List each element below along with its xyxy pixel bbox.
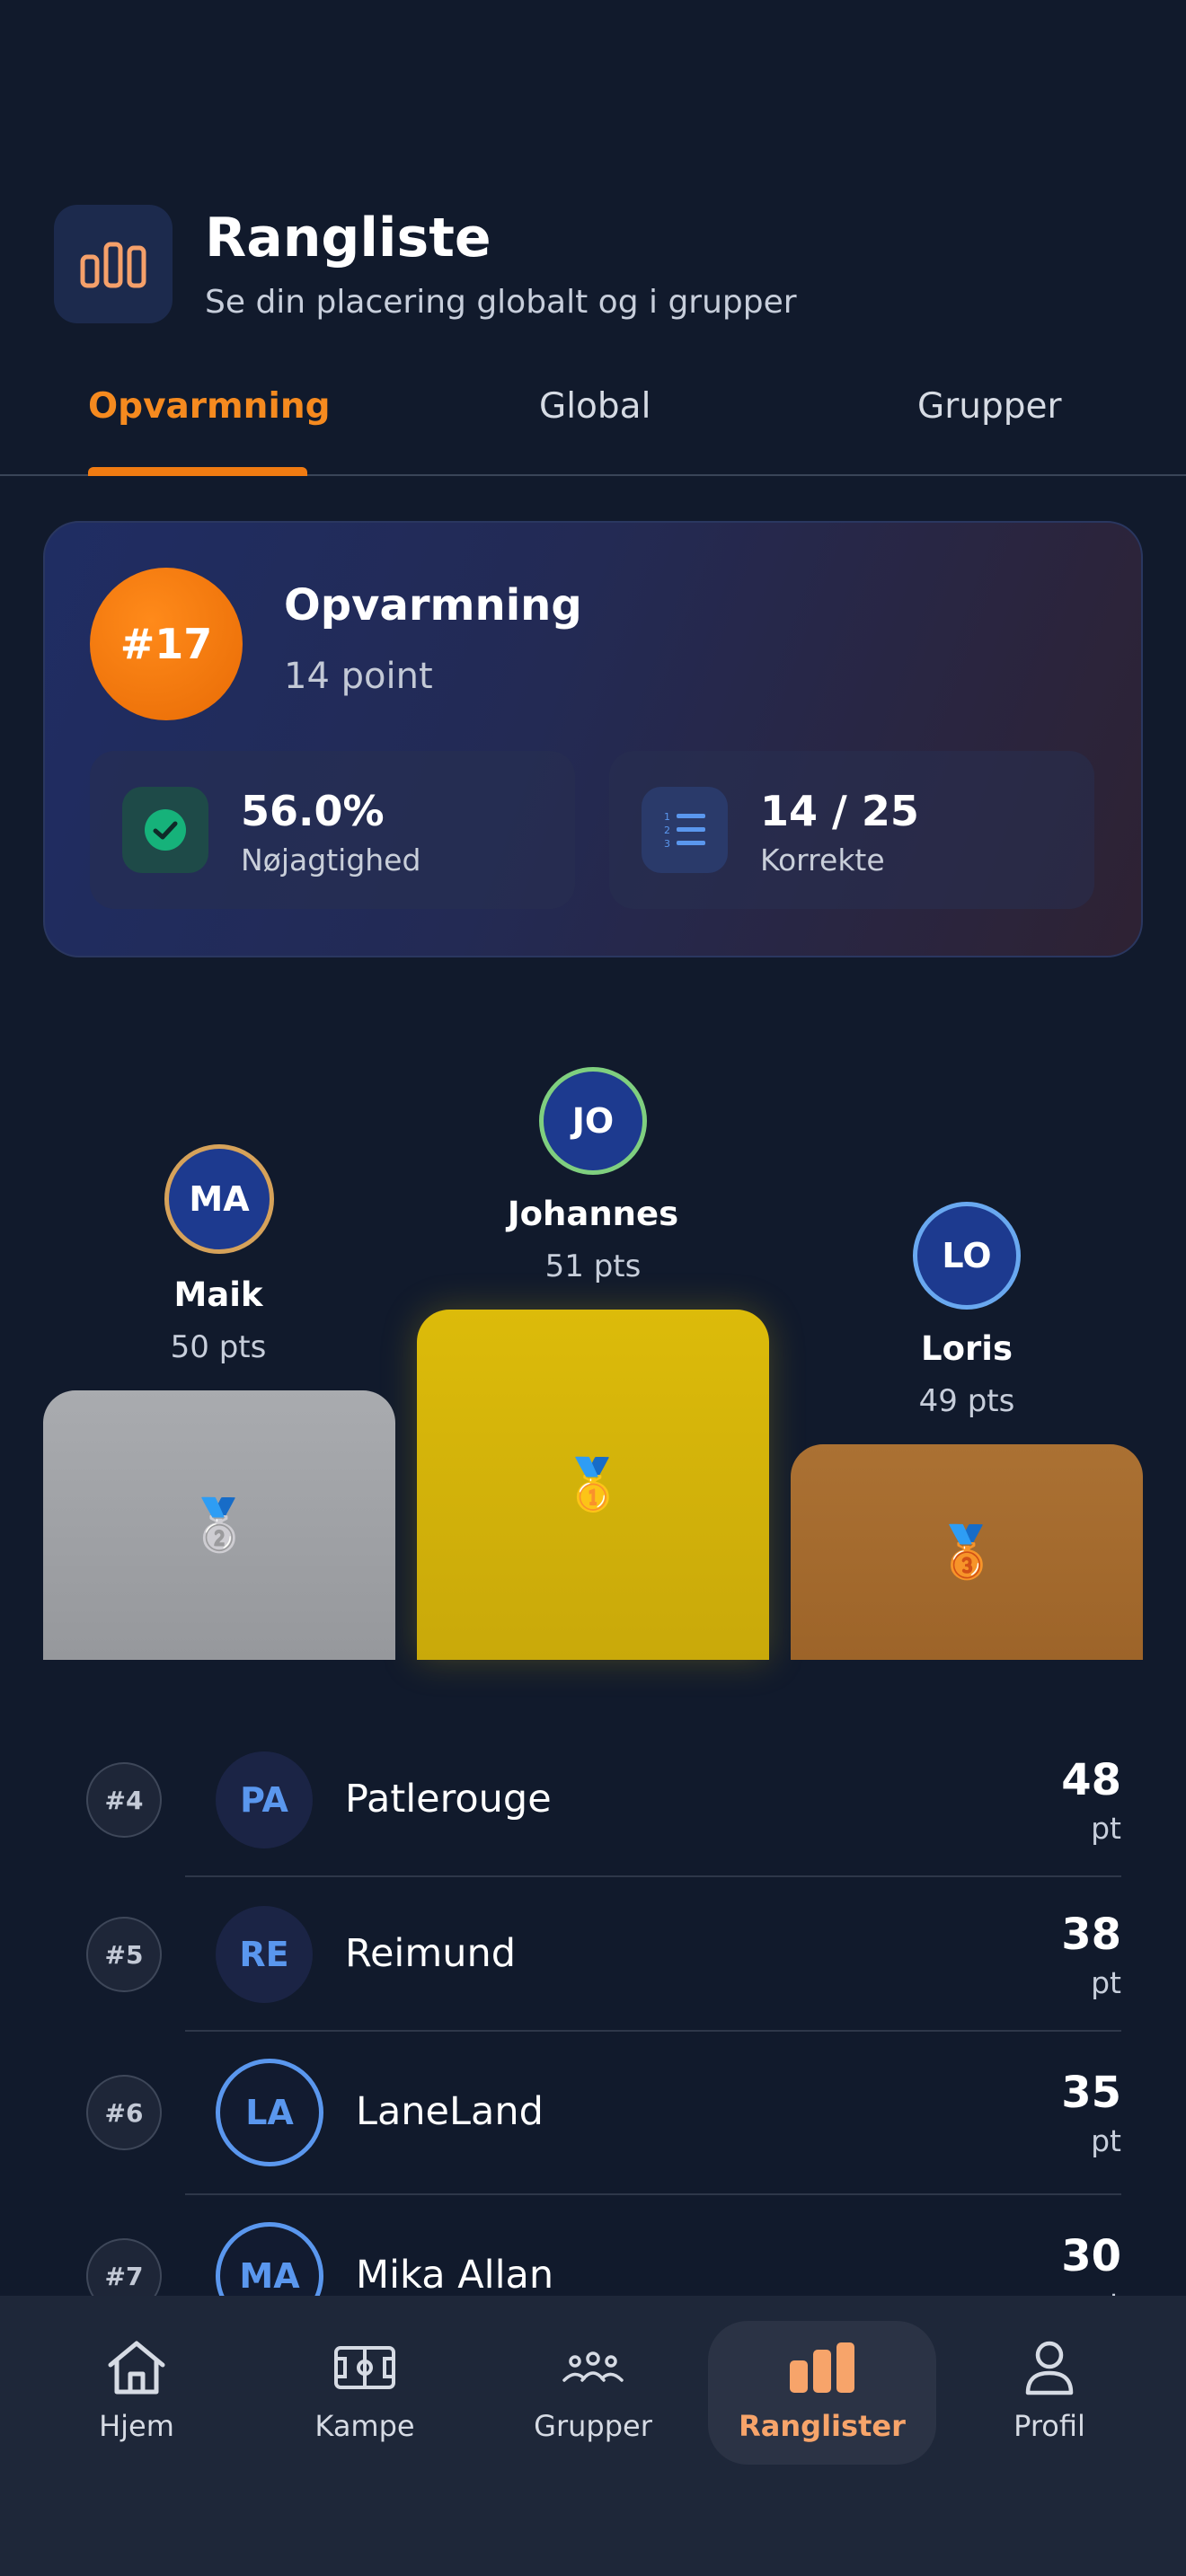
row-avatar[interactable]: PA xyxy=(216,1751,313,1848)
nav-label: Hjem xyxy=(99,2409,174,2443)
nav-label: Grupper xyxy=(534,2409,652,2443)
nav-label: Profil xyxy=(1013,2409,1085,2443)
podium-first-points: 51 pts xyxy=(544,1248,642,1284)
podium-first-block: 🥇 xyxy=(417,1310,769,1660)
nav-label: Kampe xyxy=(314,2409,415,2443)
check-circle-icon xyxy=(145,809,186,851)
nav-label: Ranglister xyxy=(739,2409,906,2443)
row-score-unit: pt xyxy=(1091,1811,1121,1846)
header-icon-tile xyxy=(54,205,173,323)
row-score: 48 xyxy=(1061,1755,1121,1805)
tab-opvarmning[interactable]: Opvarmning xyxy=(88,386,331,427)
accuracy-value: 56.0% xyxy=(241,787,385,835)
svg-text:3: 3 xyxy=(664,838,670,850)
nav-home[interactable]: Hjem xyxy=(29,2321,244,2465)
correct-label: Korrekte xyxy=(760,842,885,878)
correct-value: 14 / 25 xyxy=(760,787,919,835)
podium-third-name: Loris xyxy=(921,1329,1013,1368)
tab-bar: Opvarmning Global Grupper xyxy=(0,377,1186,476)
correct-icon-tile: 1 2 3 xyxy=(642,787,728,873)
gold-medal-icon: 🥇 xyxy=(562,1456,624,1514)
bronze-medal-icon: 🥉 xyxy=(935,1523,998,1582)
summary-title: Opvarmning xyxy=(284,580,582,631)
podium-third-block: 🥉 xyxy=(791,1444,1143,1660)
people-icon xyxy=(562,2351,624,2382)
tab-global[interactable]: Global xyxy=(539,386,651,427)
home-icon xyxy=(108,2341,165,2395)
row-avatar[interactable]: RE xyxy=(216,1906,313,2003)
row-rank-badge: #6 xyxy=(86,2075,162,2150)
podium-second-points: 50 pts xyxy=(170,1329,267,1365)
podium-third-avatar[interactable]: LO xyxy=(913,1202,1021,1310)
row-divider xyxy=(185,1875,1121,1877)
row-rank-badge: #4 xyxy=(86,1762,162,1838)
row-divider xyxy=(185,2030,1121,2032)
profile-icon xyxy=(1025,2341,1074,2395)
row-score-unit: pt xyxy=(1091,1965,1121,2000)
svg-text:1: 1 xyxy=(664,811,670,823)
podium-first-name: Johannes xyxy=(507,1195,679,1233)
silver-medal-icon: 🥈 xyxy=(188,1496,251,1555)
page-subtitle: Se din placering globalt og i grupper xyxy=(205,284,797,321)
row-rank-badge: #5 xyxy=(86,1917,162,1992)
bar-chart-icon xyxy=(80,242,146,288)
row-score: 38 xyxy=(1061,1910,1121,1960)
active-tab-indicator xyxy=(88,467,307,476)
podium-third-points: 49 pts xyxy=(918,1383,1015,1419)
page-title: Rangliste xyxy=(205,207,491,269)
tab-grupper[interactable]: Grupper xyxy=(917,386,1062,427)
svg-text:2: 2 xyxy=(664,825,670,836)
user-rank-badge: #17 xyxy=(90,568,243,720)
accuracy-label: Nøjagtighed xyxy=(241,842,421,878)
row-score: 35 xyxy=(1061,2068,1121,2118)
nav-leaderboards[interactable]: Ranglister xyxy=(708,2321,936,2465)
podium-second-avatar[interactable]: MA xyxy=(164,1144,274,1254)
row-divider xyxy=(185,2193,1121,2195)
accuracy-icon-tile xyxy=(122,787,208,873)
nav-groups[interactable]: Grupper xyxy=(485,2321,701,2465)
podium-second-name: Maik xyxy=(173,1275,263,1314)
summary-points: 14 point xyxy=(284,656,433,697)
row-avatar[interactable]: LA xyxy=(216,2059,323,2166)
nav-profile[interactable]: Profil xyxy=(942,2321,1157,2465)
podium-first-avatar[interactable]: JO xyxy=(539,1067,647,1175)
row-name[interactable]: Patlerouge xyxy=(345,1777,552,1822)
leaderboard-icon xyxy=(790,2342,854,2393)
row-score-unit: pt xyxy=(1091,2123,1121,2158)
row-score: 30 xyxy=(1061,2231,1121,2281)
podium-second-block: 🥈 xyxy=(43,1390,395,1660)
list-icon: 1 2 3 xyxy=(664,811,705,850)
row-name[interactable]: Mika Allan xyxy=(356,2253,553,2298)
row-name[interactable]: LaneLand xyxy=(356,2089,544,2134)
row-name[interactable]: Reimund xyxy=(345,1931,516,1976)
field-icon xyxy=(334,2346,395,2389)
nav-matches[interactable]: Kampe xyxy=(257,2321,473,2465)
